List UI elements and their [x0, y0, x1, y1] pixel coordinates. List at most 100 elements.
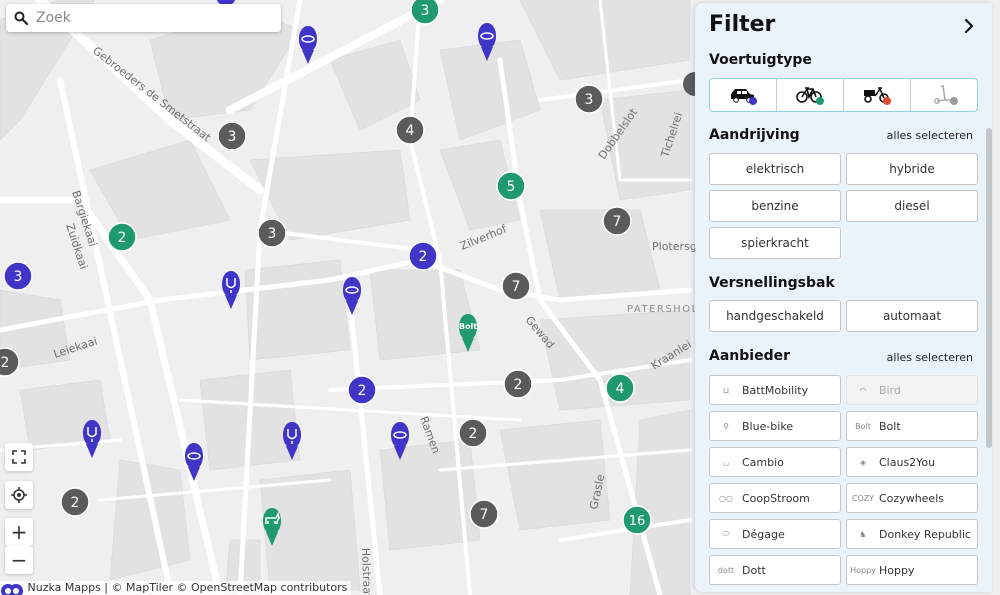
- cluster-count: 2: [118, 230, 127, 246]
- vehicle-type-scooter[interactable]: [911, 79, 977, 111]
- cluster-count: 5: [507, 179, 516, 195]
- drive-select-all-link[interactable]: alles selecteren: [887, 129, 973, 142]
- vehicle-type-car[interactable]: [710, 79, 777, 111]
- cluster-grey[interactable]: 2: [458, 418, 488, 448]
- cluster-count: 4: [406, 123, 415, 139]
- provider-degage[interactable]: ⬭ Dégage: [709, 519, 841, 549]
- cluster-count: 3: [268, 226, 277, 242]
- panel-scrollbar[interactable]: [984, 3, 992, 592]
- fullscreen-icon: [12, 450, 26, 464]
- cluster-grey[interactable]: 3: [574, 84, 604, 114]
- provider-label: CoopStroom: [742, 491, 810, 505]
- bike-icon: [796, 87, 824, 105]
- provider-cozywheels[interactable]: COZY Cozywheels: [846, 483, 978, 513]
- provider-label: Cambio: [742, 455, 784, 469]
- provider-cambio[interactable]: ◡ Cambio: [709, 447, 841, 477]
- cluster-count: 3: [228, 129, 237, 145]
- drive-title: Aandrijving: [709, 127, 800, 143]
- zoom-in-button[interactable]: +: [5, 518, 33, 546]
- search-input[interactable]: [36, 10, 256, 26]
- cluster-count: 3: [585, 92, 594, 108]
- battmobility-logo-icon: ⊔: [722, 385, 730, 395]
- cluster-grey[interactable]: 3: [217, 121, 247, 151]
- provider-battmobility[interactable]: ⊔ BattMobility: [709, 375, 841, 405]
- cluster-green[interactable]: 3: [410, 0, 440, 25]
- provider-select-all-link[interactable]: alles selecteren: [887, 351, 973, 364]
- donkey-logo-icon: ♞: [859, 529, 867, 539]
- filter-title: Filter: [709, 12, 776, 37]
- dott-logo-icon: dott: [717, 565, 735, 575]
- cluster-green[interactable]: 5: [496, 171, 526, 201]
- plus-icon: +: [10, 520, 28, 544]
- cluster-grey[interactable]: 2: [503, 369, 533, 399]
- cluster-count: 2: [514, 377, 523, 393]
- cluster-count: 7: [480, 507, 489, 523]
- provider-coopstroom[interactable]: ○○ CoopStroom: [709, 483, 841, 513]
- street-label: Holstraat: [359, 548, 374, 595]
- provider-bird[interactable]: ◠ Bird: [846, 375, 978, 405]
- claus2you-logo-icon: ◈: [859, 457, 867, 467]
- drive-option-hybrid[interactable]: hybride: [846, 153, 978, 185]
- provider-label: Blue-bike: [742, 419, 794, 433]
- vehicle-type-title: Voertuigtype: [709, 52, 812, 68]
- gearbox-title: Versnellingsbak: [709, 275, 835, 291]
- filter-panel: Filter Voertuigtype Aandrijving alles se…: [695, 3, 992, 592]
- search-bar[interactable]: [6, 4, 281, 32]
- provider-dott[interactable]: dott Dott: [709, 555, 841, 585]
- vehicle-type-bike[interactable]: [777, 79, 844, 111]
- cluster-purple[interactable]: 3: [3, 261, 33, 291]
- bolt-pin-label: Bolt: [459, 322, 477, 331]
- provider-donkey-republic[interactable]: ♞ Donkey Republic: [846, 519, 978, 549]
- minus-icon: −: [10, 548, 28, 572]
- cluster-purple[interactable]: 2: [347, 375, 377, 405]
- panel-scrollbar-thumb[interactable]: [986, 128, 992, 448]
- provider-label: Dégage: [742, 527, 785, 541]
- provider-title: Aanbieder: [709, 348, 790, 364]
- vehicle-type-cargo-bike[interactable]: [844, 79, 911, 111]
- attribution-text[interactable]: Nuzka Mapps | © MapTiler © OpenStreetMap…: [28, 581, 348, 594]
- cluster-grey[interactable]: 7: [501, 271, 531, 301]
- drive-option-diesel[interactable]: diesel: [846, 190, 978, 222]
- cluster-grey[interactable]: 4: [395, 115, 425, 145]
- cluster-count: 16: [629, 514, 646, 529]
- cluster-count: 2: [358, 383, 367, 399]
- cluster-green[interactable]: 2: [107, 222, 137, 252]
- provider-label: Bolt: [879, 419, 901, 433]
- gearbox-option-automatic[interactable]: automaat: [846, 300, 978, 332]
- cluster-grey[interactable]: 7: [602, 206, 632, 236]
- cambio-logo-icon: ◡: [722, 457, 730, 467]
- cluster-grey[interactable]: 2: [60, 487, 90, 517]
- gearbox-option-manual[interactable]: handgeschakeld: [709, 300, 841, 332]
- cluster-count: 2: [419, 249, 428, 265]
- provider-label: Bird: [879, 383, 901, 397]
- vehicle-type-selector: [709, 78, 978, 112]
- district-label: PATERSHOL: [627, 304, 699, 315]
- zoom-out-button[interactable]: −: [5, 546, 33, 574]
- cluster-count: 7: [613, 214, 622, 230]
- cluster-count: 7: [512, 279, 521, 295]
- locate-button[interactable]: [5, 481, 33, 509]
- degage-logo-icon: ⬭: [722, 529, 730, 538]
- fullscreen-button[interactable]: [5, 443, 33, 471]
- provider-hoppy[interactable]: Hoppy Hoppy: [846, 555, 978, 585]
- provider-claus2you[interactable]: ◈ Claus2You: [846, 447, 978, 477]
- hoppy-logo-icon: Hoppy: [850, 565, 876, 575]
- cluster-count: 2: [71, 495, 80, 511]
- cluster-green[interactable]: 16: [622, 505, 652, 535]
- cluster-purple[interactable]: 2: [408, 241, 438, 271]
- cluster-green[interactable]: 4: [605, 373, 635, 403]
- bird-logo-icon: ◠: [859, 385, 867, 395]
- cluster-count: 2: [469, 426, 478, 442]
- drive-option-petrol[interactable]: benzine: [709, 190, 841, 222]
- cluster-count: 3: [421, 3, 430, 19]
- cargo-bike-icon: [864, 87, 891, 105]
- cluster-grey[interactable]: 7: [469, 499, 499, 529]
- cluster-count: 4: [616, 381, 625, 397]
- cluster-grey[interactable]: 3: [257, 218, 287, 248]
- cluster-count: 3: [14, 269, 23, 285]
- chevron-right-icon[interactable]: [960, 17, 978, 35]
- provider-bolt[interactable]: Bolt Bolt: [846, 411, 978, 441]
- drive-option-muscle[interactable]: spierkracht: [709, 227, 841, 259]
- provider-blue-bike[interactable]: ⚲ Blue-bike: [709, 411, 841, 441]
- drive-option-electric[interactable]: elektrisch: [709, 153, 841, 185]
